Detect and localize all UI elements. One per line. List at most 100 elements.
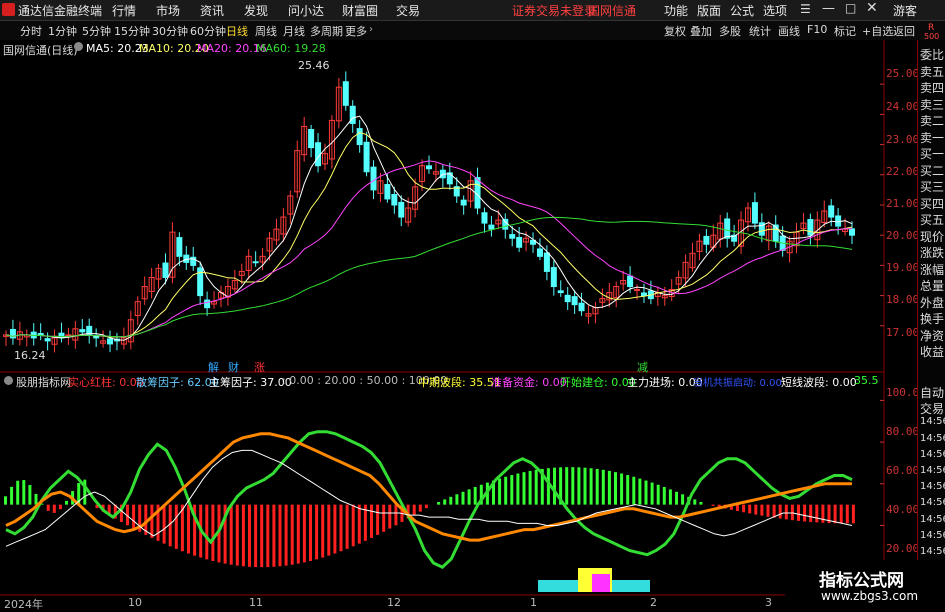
red-bar: [150, 504, 154, 538]
period-monthly[interactable]: 月线: [283, 23, 305, 39]
period-5min[interactable]: 5分钟: [82, 23, 111, 39]
green-bar: [681, 494, 685, 505]
field-zhuchou: 主筹因子: 37.00: [209, 376, 292, 389]
minimize-icon[interactable]: —: [822, 1, 835, 16]
green-bar: [4, 496, 7, 505]
panel-row-8: 买三: [920, 180, 945, 194]
ytick-25: 25.00: [886, 67, 920, 80]
period-weekly[interactable]: 周线: [255, 23, 277, 39]
field-gongzhen: 当机共振启动: 0.00: [693, 378, 782, 389]
menu-gongneng[interactable]: 功能: [664, 2, 688, 19]
panel-lower-row-1: 交易: [920, 402, 945, 417]
green-bar: [498, 478, 502, 505]
red-bar: [229, 504, 233, 565]
marker-cai: 财: [228, 361, 239, 374]
candle-body: [557, 290, 564, 294]
menu-jiaoyi[interactable]: 交易: [396, 2, 420, 19]
ytick-21: 21.00: [886, 197, 920, 210]
panel-row-7: 买二: [920, 163, 945, 178]
candle-body: [176, 237, 183, 257]
period-1min[interactable]: 1分钟: [48, 23, 77, 39]
candle-body: [384, 184, 391, 200]
red-bar: [327, 504, 331, 556]
btn-tongji[interactable]: 统计: [749, 23, 771, 39]
period-more[interactable]: 更多: [345, 23, 367, 39]
main-chart-title: 国网信通(日线): [3, 44, 78, 57]
red-bar: [790, 504, 794, 521]
btn-f10[interactable]: F10: [807, 23, 827, 36]
btn-duogu[interactable]: 多股: [719, 23, 741, 39]
btn-diejia[interactable]: 叠加: [690, 23, 712, 39]
panel-row-9: 买四: [920, 196, 945, 211]
panel-row-15: 外盘: [920, 295, 945, 310]
sub-chart-title: 股朋指标网: [16, 376, 71, 389]
period-15min[interactable]: 15分钟: [114, 23, 150, 39]
btn-zixuan[interactable]: +自选: [862, 23, 893, 39]
red-bar: [797, 504, 800, 521]
ytick-22: 22.00: [886, 165, 920, 178]
menu-zixun[interactable]: 资讯: [200, 2, 224, 19]
login-warning[interactable]: 证券交易未登录: [512, 2, 596, 19]
red-bar: [736, 504, 739, 512]
candle-body: [37, 333, 44, 336]
red-bar: [370, 504, 373, 538]
menu-faxian[interactable]: 发现: [244, 2, 268, 19]
panel-row-4: 卖二: [920, 114, 945, 128]
panel-row-10: 买五: [920, 213, 945, 227]
candle-body: [356, 128, 363, 146]
green-bar: [449, 496, 453, 505]
green-bar: [662, 487, 666, 505]
menu-caifuquan[interactable]: 财富圈: [342, 2, 378, 19]
btn-biaoji[interactable]: 标记: [834, 23, 856, 39]
btn-fuquan[interactable]: 复权: [664, 23, 686, 39]
menu-wenxiaoda[interactable]: 问小达: [288, 2, 324, 19]
maximize-icon[interactable]: □: [845, 1, 856, 15]
green-bar: [455, 494, 459, 505]
chart-area[interactable]: [0, 40, 917, 609]
more-chevron-icon[interactable]: ›: [369, 24, 373, 35]
low-price-label: 16.24: [14, 349, 46, 362]
candle-body: [252, 261, 259, 264]
btn-fanhui[interactable]: 返回: [893, 23, 915, 39]
red-bar: [211, 504, 215, 561]
panel-lower-row-4: 14:56: [920, 448, 945, 460]
red-bar: [772, 504, 776, 518]
period-30min[interactable]: 30分钟: [152, 23, 188, 39]
period-multi[interactable]: 多周期: [310, 23, 343, 39]
candle-body: [564, 294, 571, 303]
marker-jian: 减: [637, 361, 648, 374]
menu-hangqing[interactable]: 行情: [112, 2, 136, 19]
green-bar: [437, 502, 441, 505]
high-price-label: 25.46: [298, 59, 330, 72]
ytick-24: 24.00: [886, 100, 920, 113]
ytick-17: 17.00: [886, 326, 920, 339]
menu-banmian[interactable]: 版面: [697, 2, 721, 19]
close-icon[interactable]: ✕: [866, 0, 878, 16]
candle-body: [460, 199, 467, 206]
candle-body: [398, 201, 405, 218]
period-daily[interactable]: 日线: [226, 23, 248, 39]
red-bar: [302, 504, 306, 563]
panel-lower-row-0: 自动: [920, 386, 945, 400]
field-sanchou: 散筹因子: 62.00: [136, 376, 219, 389]
candle-body: [724, 218, 731, 239]
candle-body: [502, 218, 509, 230]
period-60min[interactable]: 60分钟: [190, 23, 226, 39]
panel-row-2: 卖四: [920, 81, 945, 95]
guest-label[interactable]: 游客: [893, 2, 917, 19]
period-fenshi[interactable]: 分时: [20, 23, 42, 39]
sub-eye-toggle-icon[interactable]: [4, 376, 13, 385]
green-bar: [565, 467, 569, 505]
window-menu-icon[interactable]: ☰: [800, 2, 811, 16]
candle-body: [807, 219, 814, 236]
menu-gongshi[interactable]: 公式: [730, 2, 754, 19]
eye-toggle-icon[interactable]: [74, 42, 83, 51]
red-bar: [766, 504, 770, 517]
candle-body: [308, 129, 315, 149]
menu-shichang[interactable]: 市场: [156, 2, 180, 19]
red-bar: [254, 504, 258, 568]
menu-xuanxiang[interactable]: 选项: [763, 2, 787, 19]
candle-body: [204, 299, 211, 309]
btn-huaxian[interactable]: 画线: [778, 23, 800, 39]
green-bar: [461, 491, 465, 505]
